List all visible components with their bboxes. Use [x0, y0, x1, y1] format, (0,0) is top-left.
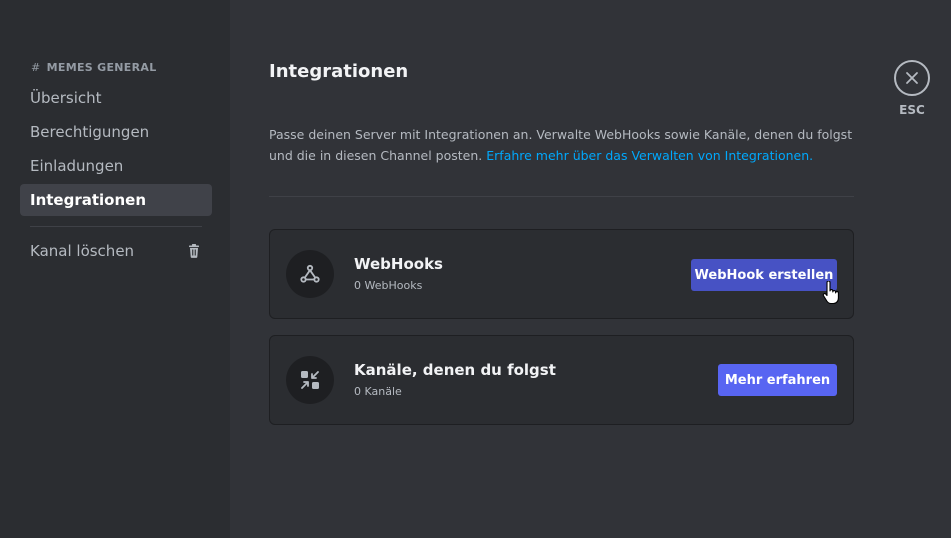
followed-channels-icon-wrap: [286, 356, 334, 404]
followed-channels-card: Kanäle, denen du folgst 0 Kanäle Mehr er…: [269, 335, 854, 425]
page-description: Passe deinen Server mit Integrationen an…: [269, 124, 859, 166]
close-settings[interactable]: ESC: [894, 60, 930, 117]
webhooks-card: WebHooks 0 WebHooks WebHook erstellen: [269, 229, 854, 319]
delete-channel-label: Kanal löschen: [30, 242, 135, 260]
sidebar-item-delete-channel[interactable]: Kanal löschen: [20, 235, 212, 267]
sidebar-item-overview[interactable]: Übersicht: [20, 82, 212, 114]
webhooks-title: WebHooks: [354, 255, 443, 273]
webhook-icon-wrap: [286, 250, 334, 298]
channel-name: MEMES GENERAL: [46, 61, 157, 74]
followed-channels-title: Kanäle, denen du folgst: [354, 361, 556, 379]
content-divider: [269, 196, 854, 197]
sidebar-divider: [30, 226, 202, 227]
webhooks-count: 0 WebHooks: [354, 279, 423, 292]
esc-label: ESC: [899, 103, 925, 117]
webhook-icon: [300, 264, 320, 283]
page-title: Integrationen: [269, 61, 409, 82]
learn-more-link[interactable]: Erfahre mehr über das Verwalten von Inte…: [486, 148, 813, 163]
close-icon: [906, 72, 918, 84]
create-webhook-button[interactable]: WebHook erstellen: [691, 259, 837, 291]
settings-sidebar: # MEMES GENERAL Übersicht Berechtigungen…: [0, 0, 230, 538]
pointer-cursor-icon: [822, 281, 839, 305]
followed-channels-icon: [301, 371, 319, 389]
sidebar-item-permissions[interactable]: Berechtigungen: [20, 116, 212, 148]
trash-icon: [189, 244, 199, 258]
followed-channels-count: 0 Kanäle: [354, 385, 402, 398]
sidebar-item-integrations[interactable]: Integrationen: [20, 184, 212, 216]
close-button[interactable]: [894, 60, 930, 96]
channel-hash: #: [31, 61, 41, 74]
learn-more-button[interactable]: Mehr erfahren: [718, 364, 837, 396]
sidebar-item-invites[interactable]: Einladungen: [20, 150, 212, 182]
sidebar-header: # MEMES GENERAL: [31, 61, 157, 74]
